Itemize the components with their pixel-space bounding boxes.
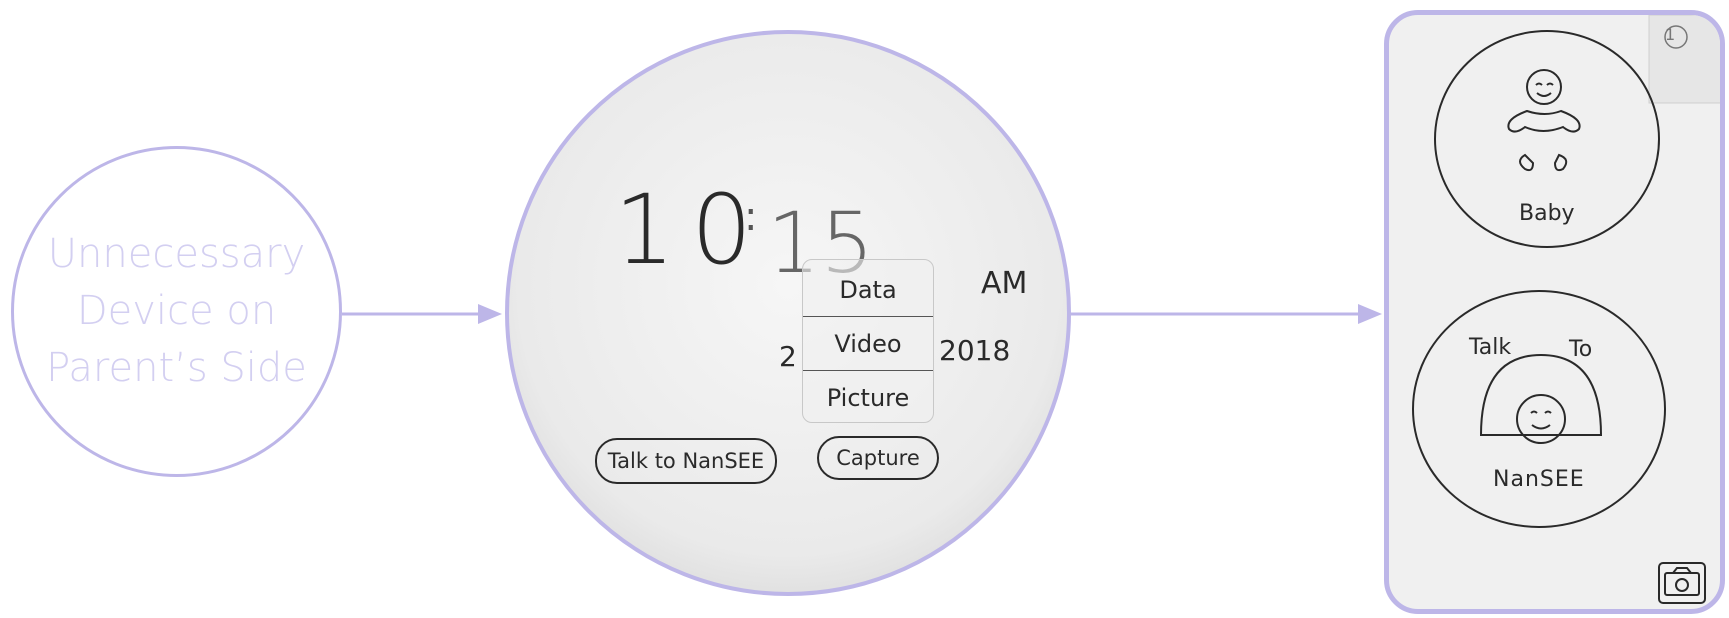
watch-sketch: 10 : 15 AM 2 2018 Data Video Picture Tal…	[505, 30, 1071, 596]
menu-item-data[interactable]: Data	[803, 263, 933, 317]
time-colon: :	[744, 194, 758, 240]
talk-to-nansee-phone-button[interactable]	[1413, 291, 1665, 527]
date-left: 2	[779, 340, 797, 373]
arrow-1	[342, 304, 502, 324]
date-right: 2018	[939, 334, 1011, 367]
menu-item-picture[interactable]: Picture	[803, 370, 933, 424]
menu-item-video[interactable]: Video	[803, 316, 933, 370]
arrow-2	[1071, 304, 1382, 324]
talk-to-nansee-button[interactable]: Talk to NanSEE	[595, 438, 777, 484]
capture-menu: Data Video Picture	[802, 259, 934, 423]
capture-button[interactable]: Capture	[817, 436, 939, 480]
time-ampm: AM	[981, 266, 1028, 301]
baby-button[interactable]	[1435, 31, 1659, 247]
camera-button[interactable]	[1659, 563, 1705, 603]
page-corner	[1648, 15, 1720, 104]
phone-sketch: 1 Baby Talk To NanSEE	[1384, 10, 1725, 614]
page-number: 1	[1665, 25, 1676, 44]
